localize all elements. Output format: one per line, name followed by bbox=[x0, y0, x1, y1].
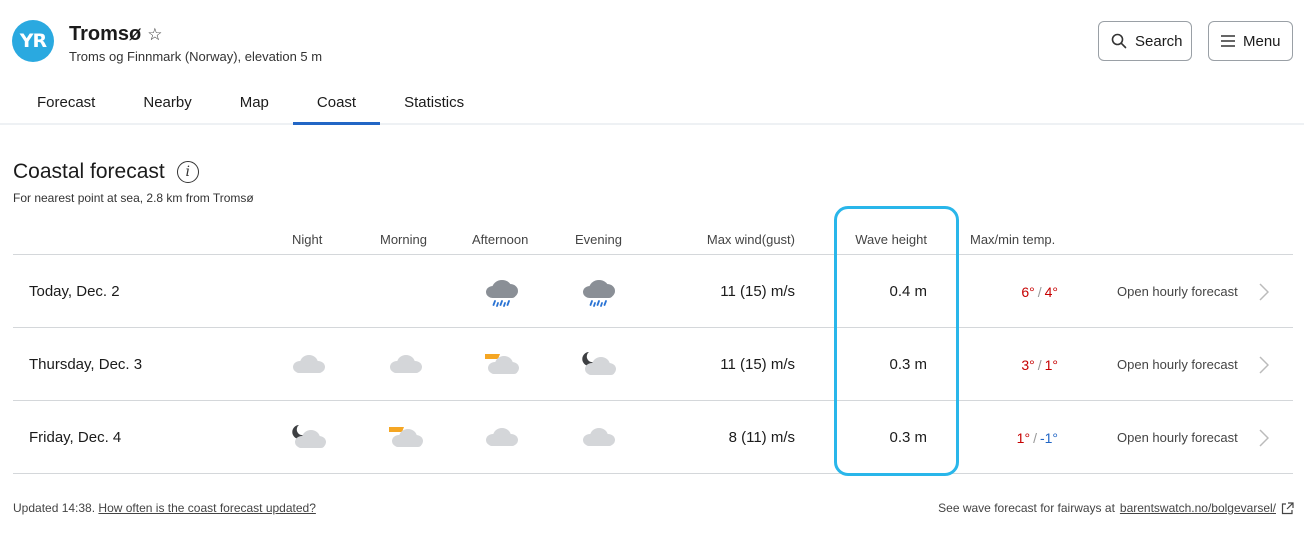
header-wave-height: Wave height bbox=[855, 232, 927, 247]
chevron-right-icon[interactable] bbox=[1259, 328, 1269, 401]
rain-cloud-icon bbox=[583, 279, 615, 307]
weather-symbol-afternoon bbox=[472, 401, 532, 474]
hamburger-icon bbox=[1221, 35, 1235, 47]
logo-text: YR bbox=[19, 30, 47, 52]
open-hourly-forecast-link[interactable]: Open hourly forecast bbox=[1117, 255, 1238, 328]
weather-symbol-morning bbox=[376, 328, 436, 401]
coastal-forecast-table: Night Morning Afternoon Evening Max wind… bbox=[13, 225, 1293, 474]
barentswatch-link[interactable]: barentswatch.no/bolgevarsel/ bbox=[1120, 501, 1276, 515]
weather-symbol-morning bbox=[376, 401, 436, 474]
menu-button-label: Menu bbox=[1243, 32, 1281, 50]
row-max-wind: 11 (15) m/s bbox=[720, 283, 795, 300]
update-frequency-link[interactable]: How often is the coast forecast updated? bbox=[98, 501, 315, 515]
search-icon bbox=[1111, 33, 1127, 49]
cloud-icon bbox=[583, 427, 615, 446]
sun-cloud-icon bbox=[389, 426, 423, 447]
cloud-icon bbox=[390, 354, 422, 373]
chevron-right-icon[interactable] bbox=[1259, 401, 1269, 474]
site-header: YR Tromsø ☆ Troms og Finnmark (Norway), … bbox=[0, 0, 1304, 125]
temp-max: 3° bbox=[1021, 356, 1035, 373]
info-icon[interactable]: i bbox=[176, 161, 199, 183]
moon-cloud-icon bbox=[582, 351, 616, 375]
row-max-wind: 11 (15) m/s bbox=[720, 356, 795, 373]
temp-min: 4° bbox=[1044, 283, 1058, 300]
row-day: Today, Dec. 2 bbox=[29, 283, 120, 300]
temp-min: 1° bbox=[1044, 356, 1058, 373]
header-temp: Max/min temp. bbox=[970, 232, 1056, 247]
row-wave-height: 0.4 m bbox=[889, 283, 927, 300]
tab-statistics[interactable]: Statistics bbox=[380, 82, 488, 125]
row-max-wind: 8 (11) m/s bbox=[728, 429, 795, 446]
header-evening: Evening bbox=[575, 232, 622, 247]
location-heading: Tromsø ☆ Troms og Finnmark (Norway), ele… bbox=[69, 23, 322, 64]
footer-fairways: See wave forecast for fairways at barent… bbox=[938, 501, 1294, 515]
forecast-row-thursday[interactable]: Thursday, Dec. 3 11 (15) m/s 0.3 m 3°/1°… bbox=[13, 328, 1293, 401]
header-max-wind: Max wind(gust) bbox=[706, 232, 795, 247]
star-icon[interactable]: ☆ bbox=[147, 26, 162, 43]
weather-symbol-evening bbox=[569, 401, 629, 474]
tab-map[interactable]: Map bbox=[216, 82, 293, 125]
rain-cloud-icon bbox=[486, 279, 518, 307]
moon-cloud-icon bbox=[292, 424, 326, 448]
open-hourly-forecast-link[interactable]: Open hourly forecast bbox=[1117, 328, 1238, 401]
tab-coast[interactable]: Coast bbox=[292, 82, 381, 125]
row-temp: 3°/1° bbox=[1021, 356, 1058, 373]
weather-symbol-afternoon bbox=[472, 328, 532, 401]
row-day: Friday, Dec. 4 bbox=[29, 429, 122, 446]
search-button-label: Search bbox=[1135, 32, 1183, 50]
yr-logo[interactable]: YR bbox=[12, 20, 54, 62]
header-night: Night bbox=[292, 232, 323, 247]
external-link-icon[interactable] bbox=[1281, 501, 1294, 515]
section-subtitle: For nearest point at sea, 2.8 km from Tr… bbox=[13, 191, 254, 205]
tab-forecast[interactable]: Forecast bbox=[13, 82, 119, 125]
temp-max: 1° bbox=[1016, 429, 1031, 446]
location-subtitle: Troms og Finnmark (Norway), elevation 5 … bbox=[69, 49, 323, 64]
search-button[interactable]: Search bbox=[1098, 21, 1192, 61]
section-heading: Coastal forecast i bbox=[13, 160, 199, 184]
table-header: Night Morning Afternoon Evening Max wind… bbox=[13, 225, 1293, 255]
section-title: Coastal forecast bbox=[13, 160, 165, 183]
footer-updated: Updated 14:38. How often is the coast fo… bbox=[13, 501, 316, 515]
weather-symbol-evening bbox=[569, 328, 629, 401]
header-morning: Morning bbox=[380, 232, 427, 247]
row-temp: 1° / -1° bbox=[1016, 429, 1058, 446]
location-tabs: Forecast Nearby Map Coast Statistics bbox=[13, 82, 488, 125]
forecast-row-friday[interactable]: Friday, Dec. 4 8 (11) m/s 0.3 m 1° / -1° O… bbox=[13, 401, 1293, 474]
forecast-row-today[interactable]: Today, Dec. 2 11 (15) m/s 0.4 m 6°/4° Op… bbox=[13, 255, 1293, 328]
cloud-icon bbox=[293, 354, 325, 373]
row-temp: 6°/4° bbox=[1021, 283, 1058, 300]
open-hourly-forecast-link[interactable]: Open hourly forecast bbox=[1117, 401, 1238, 474]
tab-nearby[interactable]: Nearby bbox=[119, 82, 215, 125]
temp-min: -1° bbox=[1039, 429, 1058, 446]
row-day: Thursday, Dec. 3 bbox=[29, 356, 143, 373]
weather-symbol-night bbox=[279, 328, 339, 401]
page-title: Tromsø bbox=[69, 23, 142, 45]
cloud-icon bbox=[486, 427, 518, 446]
chevron-right-icon[interactable] bbox=[1259, 255, 1269, 328]
menu-button[interactable]: Menu bbox=[1208, 21, 1293, 61]
row-wave-height: 0.3 m bbox=[889, 356, 927, 373]
updated-text: Updated 14:38. bbox=[13, 501, 96, 515]
weather-symbol-afternoon bbox=[472, 255, 532, 328]
row-wave-height: 0.3 m bbox=[889, 429, 927, 446]
temp-max: 6° bbox=[1021, 283, 1035, 300]
weather-symbol-night bbox=[279, 401, 339, 474]
fairways-text: See wave forecast for fairways at bbox=[938, 501, 1115, 515]
sun-cloud-icon bbox=[485, 353, 519, 374]
weather-symbol-evening bbox=[569, 255, 629, 328]
header-afternoon: Afternoon bbox=[472, 232, 529, 247]
